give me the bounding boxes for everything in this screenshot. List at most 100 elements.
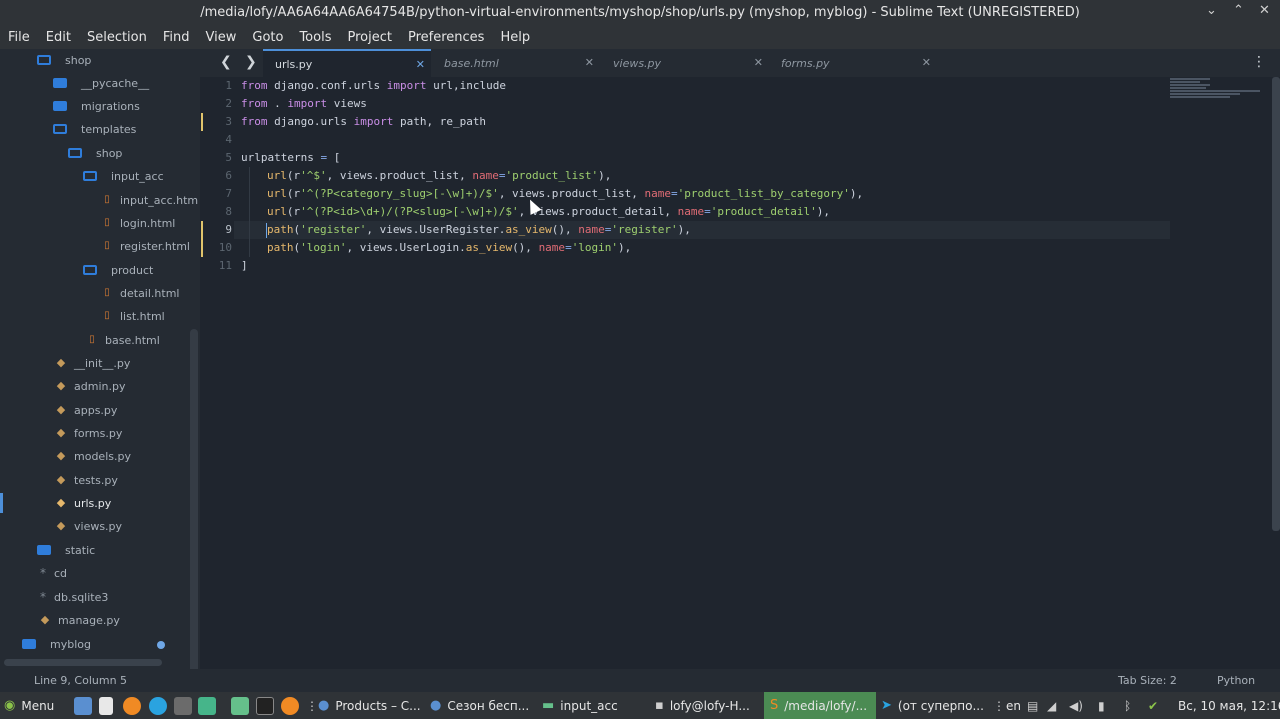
code-line-7: url(r'^(?P<category_slug>[-\w]+)/$', vie… [267,187,864,200]
folder-open-icon [83,171,97,181]
sidebar-item-manage-py[interactable]: ◆ manage.py [40,610,120,630]
tab-views-py[interactable]: views.py ✕ [601,49,769,77]
menu-find[interactable]: Find [155,30,198,45]
tab-close-icon[interactable]: ✕ [754,56,763,69]
sidebar-item-label: detail.html [120,286,180,300]
folder-open-icon [53,124,67,134]
menu-goto[interactable]: Goto [244,30,291,45]
sidebar-item-list-html[interactable]: ▯ list.html [102,306,164,326]
sidebar-item-label: input_acc.htm [120,193,199,207]
sidebar-item-input-acc-htm[interactable]: ▯ input_acc.htm [102,190,198,210]
sidebar-item-init-py[interactable]: ◆ __init__.py [56,353,131,373]
task-label: (от суперпо... [897,698,984,713]
tab-size-selector[interactable]: Tab Size: 2 [1118,674,1177,687]
menu-file[interactable]: File [0,30,38,45]
launcher-firefox[interactable] [123,692,141,719]
sidebar-item-myblog[interactable]: myblog [22,634,91,654]
launcher-folder[interactable] [231,692,249,719]
clock[interactable]: Вс, 10 мая, 12:16 [1178,692,1280,719]
task-browser-season[interactable]: ● Сезон бесп... [430,692,529,719]
project-sidebar: shop __pycache__ migrations templates sh… [0,49,200,669]
task-telegram[interactable]: ➤ (от суперпо... [881,692,984,719]
tab-base-html[interactable]: base.html ✕ [432,49,600,77]
menu-project[interactable]: Project [339,30,399,45]
sidebar-item-templates[interactable]: templates [53,119,136,139]
sidebar-item-views-py[interactable]: ◆ views.py [56,516,122,536]
sidebar-item-migrations[interactable]: migrations [53,96,140,116]
task-folder-input-acc[interactable]: ▬ input_acc [542,692,618,719]
sidebar-item-forms-py[interactable]: ◆ forms.py [56,423,123,443]
battery-icon[interactable]: ▮ [1098,692,1105,719]
launcher-app[interactable] [198,692,216,719]
sidebar-item-detail-html[interactable]: ▯ detail.html [102,283,179,303]
line-number: 4 [225,133,232,146]
start-menu-button[interactable]: ◉ Menu [4,692,54,719]
sidebar-item-register-html[interactable]: ▯ register.html [102,236,190,256]
sidebar-item-label: myblog [50,637,91,651]
minimap[interactable] [1170,77,1266,107]
editor-scrollbar[interactable] [1272,77,1280,531]
sidebar-item-label: input_acc [111,169,164,183]
back-arrow-icon[interactable]: ❮ [220,54,232,70]
launcher-text-editor[interactable] [99,692,113,719]
launcher-telegram[interactable] [149,692,167,719]
minimize-icon[interactable]: ⌄ [1206,3,1217,18]
bluetooth-icon[interactable]: ᛒ [1124,692,1131,719]
tab-forms-py[interactable]: forms.py ✕ [769,49,937,77]
menu-tools[interactable]: Tools [291,30,339,45]
sidebar-item-urls-py[interactable]: ◆ urls.py [56,493,112,513]
tab-close-icon[interactable]: ✕ [416,58,425,71]
menu-edit[interactable]: Edit [38,30,79,45]
more-options-icon[interactable]: ⋮ [1252,54,1266,70]
printer-icon[interactable]: ▤ [1027,692,1038,719]
task-terminal[interactable]: ▪ lofy@lofy-H... [655,692,750,719]
terminal-icon [256,696,274,715]
sidebar-item-apps-py[interactable]: ◆ apps.py [56,400,118,420]
sidebar-item-base-html[interactable]: ▯ base.html [87,330,160,350]
tab-close-icon[interactable]: ✕ [922,56,931,69]
menu-view[interactable]: View [198,30,245,45]
launcher-terminal[interactable] [256,692,274,719]
close-icon[interactable]: ✕ [1259,3,1270,18]
forward-arrow-icon[interactable]: ❯ [245,54,257,70]
sidebar-item-db-sqlite3[interactable]: * db.sqlite3 [40,587,108,607]
syntax-selector[interactable]: Python [1217,674,1255,687]
launcher-sublime[interactable] [174,692,192,719]
sidebar-item-templates-shop[interactable]: shop [68,143,122,163]
sidebar-scrollbar[interactable] [190,329,198,669]
sidebar-item-models-py[interactable]: ◆ models.py [56,446,131,466]
launcher-files[interactable] [74,692,92,719]
sidebar-item-admin-py[interactable]: ◆ admin.py [56,376,126,396]
keyboard-layout[interactable]: en [1006,692,1021,719]
sidebar-item-product[interactable]: product [83,260,153,280]
sidebar-item-pycache[interactable]: __pycache__ [53,73,149,93]
sidebar-item-tests-py[interactable]: ◆ tests.py [56,470,118,490]
text-editor-icon [99,696,113,715]
sidebar-item-static[interactable]: static [37,540,95,560]
code-line-9: path('register', views.UserRegister.as_v… [267,223,691,236]
folder-icon [53,78,67,88]
task-browser-products[interactable]: ● Products – C... [318,692,421,719]
sidebar-item-cd[interactable]: * cd [40,563,67,583]
sidebar-item-input-acc[interactable]: input_acc [83,166,164,186]
task-sublime-active[interactable]: S/media/lofy/... [764,692,876,719]
sidebar-item-login-html[interactable]: ▯ login.html [102,213,175,233]
tab-close-icon[interactable]: ✕ [585,56,594,69]
sidebar-item-shop[interactable]: shop [37,50,91,70]
chrome-icon: ● [318,698,330,713]
volume-icon[interactable]: ◀) [1069,692,1083,719]
network-icon[interactable]: ◢ [1047,692,1056,719]
line-number: 9 [225,223,232,236]
launcher-firefox-2[interactable] [281,692,299,719]
menu-selection[interactable]: Selection [79,30,155,45]
code-editor[interactable]: 1 2 3 4 5 6 7 8 9 10 11 from django.conf… [200,77,1272,669]
maximize-icon[interactable]: ⌃ [1233,3,1244,18]
sidebar-horizontal-scrollbar[interactable] [4,659,162,666]
menu-help[interactable]: Help [492,30,538,45]
shield-check-icon[interactable]: ✔ [1148,692,1158,719]
unsaved-dot-icon [157,641,165,649]
menu-preferences[interactable]: Preferences [400,30,492,45]
mint-logo-icon: ◉ [4,698,16,713]
code-line-11: ] [241,259,248,272]
tab-urls-py[interactable]: urls.py ✕ [263,49,431,77]
